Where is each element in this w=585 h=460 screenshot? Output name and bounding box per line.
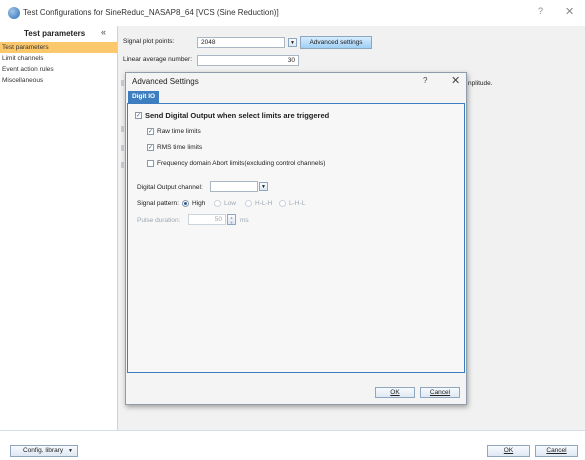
raw-time-limits-checkbox[interactable]: ✓ <box>147 128 154 135</box>
tab-digit-io[interactable]: Digit IO <box>128 91 160 103</box>
linear-average-label: Linear average number: <box>123 56 193 63</box>
digit-io-panel: ✓ Send Digital Output when select limits… <box>127 103 465 373</box>
raw-time-limits-label: Raw time limits <box>157 128 201 135</box>
pulse-duration-unit: ms <box>240 217 249 224</box>
sidebar-title: Test parameters <box>24 29 86 38</box>
radio-l-h-l[interactable] <box>279 200 286 207</box>
radio-h-l-h[interactable] <box>245 200 252 207</box>
cancel-label: Cancel <box>546 447 567 454</box>
sidebar-item-event-action-rules[interactable]: Event action rules <box>0 64 117 75</box>
config-library-button[interactable]: Config. library ▼ <box>10 445 78 457</box>
dialog-ok-button[interactable]: OK <box>375 387 415 398</box>
dialog-title: Advanced Settings <box>132 77 199 86</box>
sidebar-item-limit-channels[interactable]: Limit channels <box>0 53 117 64</box>
send-digital-output-label: Send Digital Output when select limits a… <box>145 111 330 120</box>
digital-output-channel-label: Digital Output channel: <box>137 184 203 191</box>
radio-l-h-l-label: L-H-L <box>289 200 306 207</box>
advanced-settings-dialog: Advanced Settings ? ✕ Digit IO ✓ Send Di… <box>125 72 467 405</box>
dialog-help-icon[interactable]: ? <box>423 76 427 85</box>
chevron-down-icon[interactable]: ▼ <box>288 38 297 47</box>
linear-average-input[interactable]: 30 <box>197 55 299 66</box>
sidebar-item-test-parameters[interactable]: Test parameters <box>0 42 117 53</box>
config-library-label: Config. library <box>23 447 64 454</box>
chevron-down-icon: ▼ <box>68 448 73 454</box>
chevron-down-icon[interactable]: ▼ <box>259 182 268 191</box>
send-digital-output-checkbox[interactable]: ✓ <box>135 112 142 119</box>
divider <box>121 80 124 86</box>
pulse-duration-input[interactable]: 50 <box>188 214 226 225</box>
pulse-duration-label: Pulse duration: <box>137 217 181 224</box>
window-title: Test Configurations for SineReduc_NASAP8… <box>23 8 279 17</box>
advanced-settings-button[interactable]: Advanced settings <box>300 36 372 49</box>
radio-low[interactable] <box>214 200 221 207</box>
signal-plot-points-label: Signal plot points: <box>123 38 175 45</box>
bottom-bar: Config. library ▼ OK Cancel <box>0 430 585 460</box>
window-titlebar: Test Configurations for SineReduc_NASAP8… <box>0 0 585 26</box>
ok-label: OK <box>503 447 514 454</box>
cancel-button[interactable]: Cancel <box>535 445 578 457</box>
dialog-cancel-button[interactable]: Cancel <box>420 387 460 398</box>
divider <box>121 145 124 151</box>
app-logo-icon <box>8 7 20 19</box>
help-icon[interactable]: ? <box>538 6 543 16</box>
signal-pattern-label: Signal pattern: <box>137 200 179 207</box>
dialog-ok-label: OK <box>390 389 400 396</box>
dialog-cancel-label: Cancel <box>429 389 451 396</box>
ok-button[interactable]: OK <box>487 445 530 457</box>
collapse-sidebar-icon[interactable]: « <box>101 27 106 37</box>
sidebar-item-miscellaneous[interactable]: Miscellaneous <box>0 75 117 86</box>
divider <box>121 126 124 132</box>
radio-low-label: Low <box>224 200 236 207</box>
sidebar-header: Test parameters « <box>0 26 117 42</box>
radio-high[interactable] <box>182 200 189 207</box>
rms-time-limits-label: RMS time limits <box>157 144 203 151</box>
rms-time-limits-checkbox[interactable]: ✓ <box>147 144 154 151</box>
signal-plot-points-select[interactable]: 2048 <box>197 37 285 48</box>
spinner-icon[interactable]: ▲ ▼ <box>227 214 236 225</box>
close-icon[interactable]: ✕ <box>565 5 574 18</box>
partial-text: nplitude. <box>468 80 493 87</box>
divider <box>121 162 124 168</box>
digital-output-channel-select[interactable] <box>210 181 258 192</box>
sidebar: Test parameters « Test parameters Limit … <box>0 26 118 430</box>
radio-high-label: High <box>192 200 206 207</box>
frequency-abort-limits-checkbox[interactable] <box>147 160 154 167</box>
radio-h-l-h-label: H-L-H <box>255 200 273 207</box>
frequency-abort-limits-label: Frequency domain Abort limits(excluding … <box>157 160 326 167</box>
dialog-close-icon[interactable]: ✕ <box>451 74 460 87</box>
